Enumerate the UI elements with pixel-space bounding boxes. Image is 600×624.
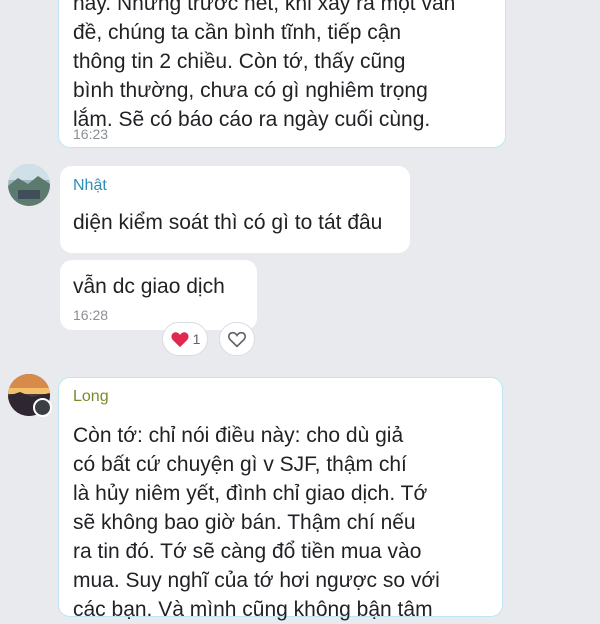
react-button[interactable] (219, 322, 255, 356)
message-bubble-own[interactable]: nay. Nhưng trước hết, khi xảy ra một vấn… (58, 0, 506, 148)
avatar-nhat[interactable] (8, 164, 50, 206)
sender-name[interactable]: Long (73, 388, 109, 406)
reaction-count: 1 (192, 331, 201, 347)
message-text: Còn tớ: chỉ nói điều này: cho dù giả có … (73, 424, 440, 621)
reaction-badge[interactable]: 1 (162, 322, 208, 356)
badge-icon (33, 398, 52, 417)
heart-outline-icon (228, 331, 246, 348)
message-text: nay. Nhưng trước hết, khi xảy ra một vấn… (73, 0, 456, 131)
heart-icon (171, 332, 189, 348)
sender-name[interactable]: Nhật (73, 177, 107, 195)
message-time: 16:28 (73, 307, 109, 323)
message-time: 16:23 (73, 126, 109, 142)
message-bubble-long[interactable]: Long Còn tớ: chỉ nói điều này: cho dù gi… (58, 377, 503, 621)
message-bubble-nhat[interactable]: Nhật diện kiểm soát thì có gì to tát đâu (60, 166, 410, 253)
message-bubble-nhat[interactable]: vẫn dc giao dịch 16:28 (60, 260, 257, 330)
message-text: diện kiểm soát thì có gì to tát đâu (73, 211, 383, 234)
message-text: vẫn dc giao dịch (73, 275, 225, 298)
